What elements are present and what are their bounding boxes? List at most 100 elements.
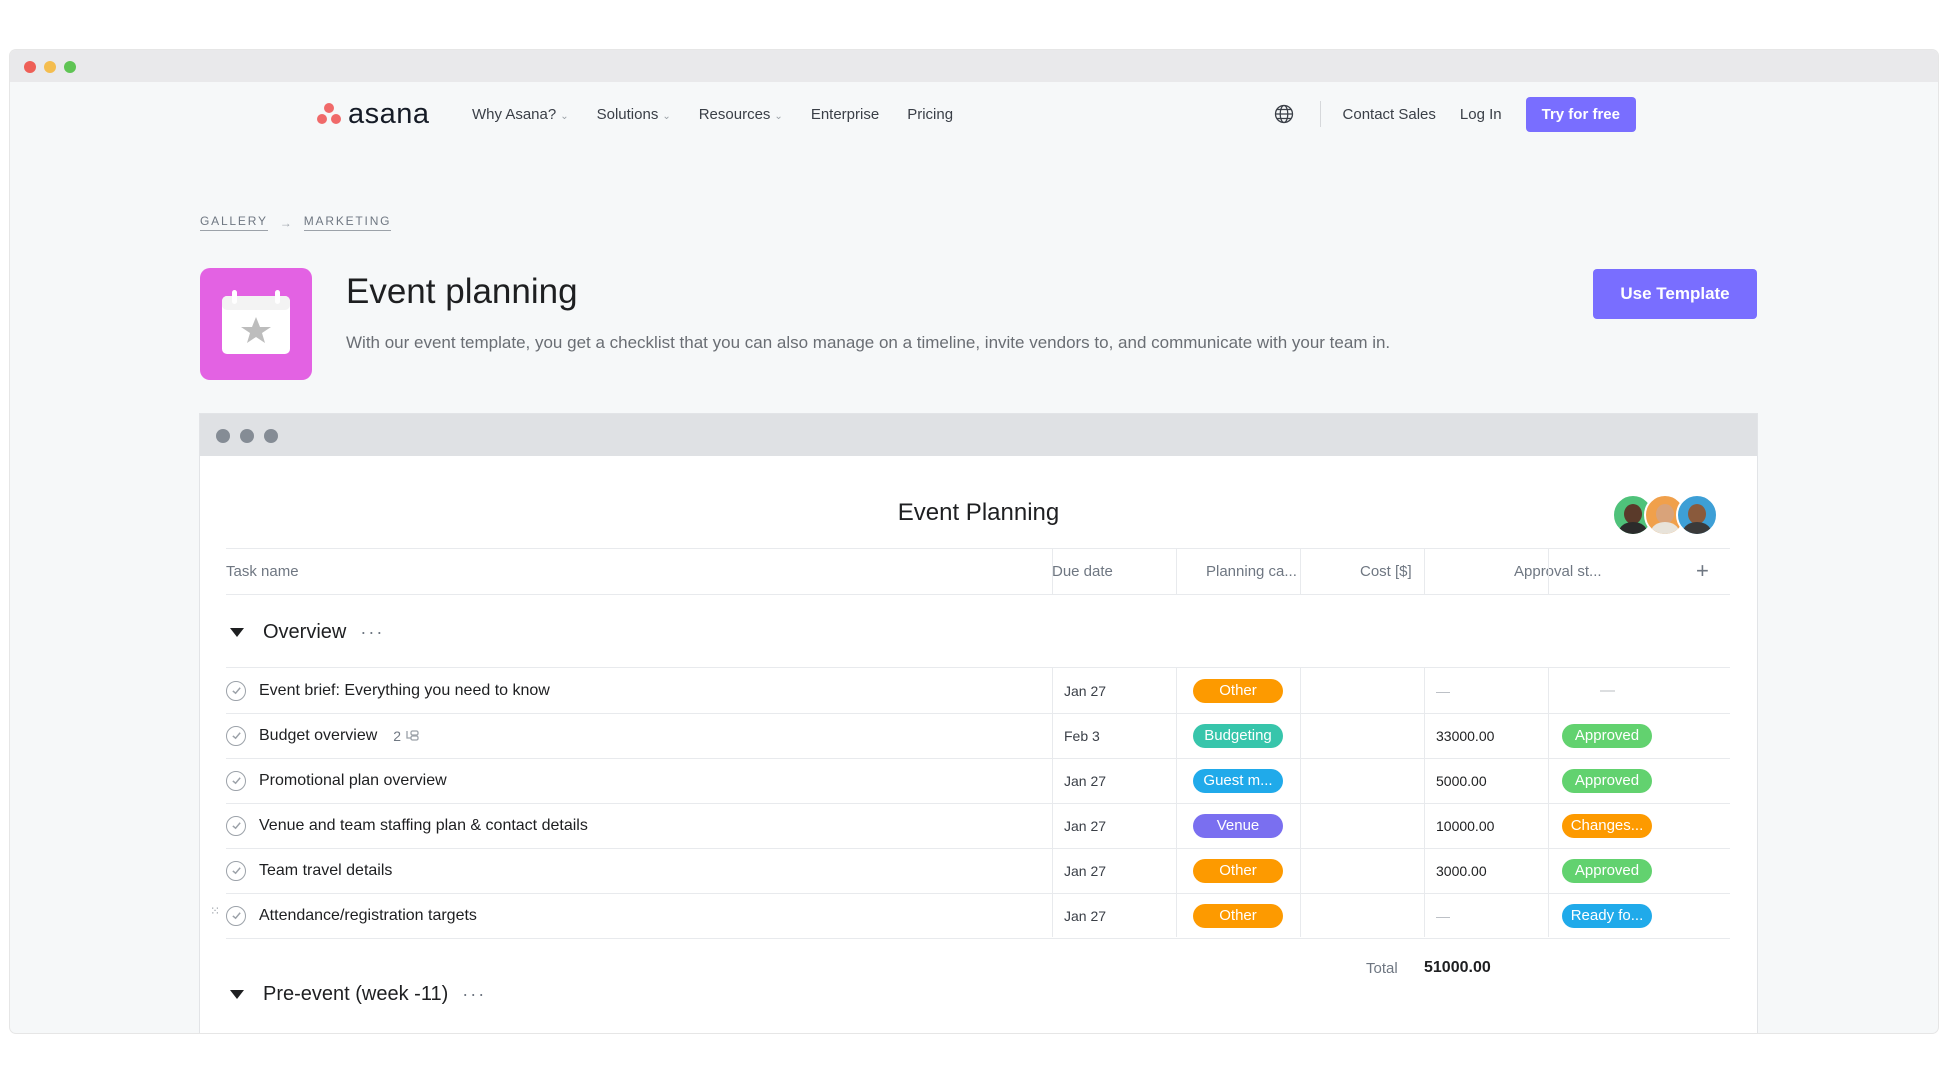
approval-tag[interactable]: Approved	[1562, 768, 1652, 793]
breadcrumb-marketing[interactable]: MARKETING	[303, 214, 392, 231]
drag-handle-icon[interactable]: ⁙	[210, 905, 221, 917]
section-header-pre-event[interactable]: Pre-event (week -11) ···	[226, 974, 486, 1014]
task-name[interactable]: Event brief: Everything you need to know	[259, 682, 550, 700]
cost-cell[interactable]: 10000.00	[1436, 803, 1494, 848]
chevron-down-icon: ⌄	[662, 110, 671, 122]
approval-tag[interactable]: Approved	[1562, 723, 1652, 748]
task-name[interactable]: Venue and team staffing plan & contact d…	[259, 817, 588, 835]
task-name[interactable]: Attendance/registration targets	[259, 907, 477, 925]
due-date: Jan 27	[1064, 862, 1107, 879]
check-circle-icon[interactable]	[226, 815, 246, 836]
approval-status-cell[interactable]: Ready fo...	[1562, 893, 1652, 938]
column-header-approval-status[interactable]: Approval st...	[1514, 548, 1602, 594]
planning-category-cell[interactable]: Other	[1193, 848, 1283, 893]
avatar[interactable]	[1676, 494, 1718, 536]
task-name-cell[interactable]: Event brief: Everything you need to know	[226, 668, 550, 713]
check-circle-icon[interactable]	[226, 860, 246, 881]
contact-sales-link[interactable]: Contact Sales	[1343, 106, 1436, 123]
section-header-overview[interactable]: Overview ···	[226, 612, 384, 652]
due-date-cell[interactable]: Jan 27	[1064, 803, 1106, 848]
cost-cell[interactable]: 5000.00	[1436, 758, 1487, 803]
preview-dot	[240, 429, 254, 443]
column-header-due-date[interactable]: Due date	[1052, 548, 1113, 594]
nav-link[interactable]: Why Asana? ⌄	[472, 106, 569, 123]
check-circle-icon[interactable]	[226, 680, 246, 701]
nav-link[interactable]: Enterprise	[811, 106, 879, 123]
triangle-down-icon[interactable]	[230, 627, 244, 637]
planning-category-cell[interactable]: Guest m...	[1193, 758, 1283, 803]
member-avatars[interactable]	[1612, 494, 1732, 536]
breadcrumb-gallery[interactable]: GALLERY	[200, 214, 268, 231]
subtask-icon	[406, 729, 419, 741]
task-name-cell[interactable]: Venue and team staffing plan & contact d…	[226, 803, 588, 848]
task-row[interactable]: Budget overview 2 Feb 3 Budgeting 33000.00 Ap…	[226, 713, 1730, 758]
asana-logo[interactable]: asana	[316, 98, 430, 130]
planning-category-cell[interactable]: Other	[1193, 668, 1283, 713]
nav-link[interactable]: Resources ⌄	[699, 106, 783, 123]
subtask-count[interactable]: 2	[393, 728, 419, 744]
task-row[interactable]: ⁙ Attendance/registration targets Jan 27 Ot…	[210, 893, 1730, 938]
cost-value: 3000.00	[1436, 862, 1487, 879]
use-template-button[interactable]: Use Template	[1593, 269, 1757, 319]
category-tag[interactable]: Budgeting	[1193, 723, 1283, 748]
approval-tag[interactable]: Ready fo...	[1562, 903, 1652, 928]
check-circle-icon[interactable]	[226, 725, 246, 746]
task-name[interactable]: Promotional plan overview	[259, 772, 447, 790]
add-column-plus-icon[interactable]: +	[1696, 548, 1709, 594]
planning-category-cell[interactable]: Budgeting	[1193, 713, 1283, 758]
nav-link[interactable]: Pricing	[907, 106, 953, 123]
try-for-free-button[interactable]: Try for free	[1525, 96, 1636, 132]
due-date-cell[interactable]: Jan 27	[1064, 848, 1106, 893]
due-date-cell[interactable]: Jan 27	[1064, 893, 1106, 938]
column-header-planning-category[interactable]: Planning ca...	[1206, 548, 1297, 594]
task-row[interactable]: Venue and team staffing plan & contact d…	[226, 803, 1730, 848]
approval-status-cell[interactable]: Approved	[1562, 848, 1652, 893]
check-circle-icon[interactable]	[226, 770, 246, 791]
cost-cell[interactable]: 33000.00	[1436, 713, 1494, 758]
approval-tag[interactable]: Approved	[1562, 858, 1652, 883]
category-tag[interactable]: Other	[1193, 858, 1283, 883]
globe-icon[interactable]	[1274, 104, 1294, 124]
more-icon[interactable]: ···	[360, 622, 384, 643]
log-in-link[interactable]: Log In	[1460, 106, 1502, 123]
task-row[interactable]: Team travel details Jan 27 Other 3000.00 App…	[226, 848, 1730, 893]
due-date-cell[interactable]: Feb 3	[1064, 713, 1100, 758]
cost-cell[interactable]: —	[1436, 893, 1450, 938]
approval-status-cell[interactable]: Approved	[1562, 758, 1652, 803]
check-circle-icon[interactable]	[226, 905, 246, 926]
task-name-cell[interactable]: Team travel details	[226, 848, 392, 893]
nav-link[interactable]: Solutions ⌄	[597, 106, 671, 123]
minimize-window-button[interactable]	[44, 61, 56, 73]
nav-divider	[1319, 101, 1321, 127]
approval-status-cell[interactable]: —	[1600, 668, 1615, 713]
task-name-cell[interactable]: Budget overview 2	[226, 713, 419, 758]
task-row[interactable]: Promotional plan overview Jan 27 Guest m..…	[226, 758, 1730, 803]
column-header-cost[interactable]: Cost [$]	[1360, 548, 1412, 594]
approval-status-cell[interactable]: Changes...	[1562, 803, 1652, 848]
cost-cell[interactable]: —	[1436, 668, 1450, 713]
due-date: Jan 27	[1064, 772, 1107, 789]
task-name[interactable]: Team travel details	[259, 862, 392, 880]
maximize-window-button[interactable]	[64, 61, 76, 73]
category-tag[interactable]: Other	[1193, 903, 1283, 928]
task-name-cell[interactable]: Attendance/registration targets	[226, 893, 477, 938]
approval-status-cell[interactable]: Approved	[1562, 713, 1652, 758]
due-date-cell[interactable]: Jan 27	[1064, 668, 1106, 713]
planning-category-cell[interactable]: Venue	[1193, 803, 1283, 848]
cost-cell[interactable]: 3000.00	[1436, 848, 1487, 893]
task-name[interactable]: Budget overview	[259, 727, 377, 745]
category-tag[interactable]: Venue	[1193, 813, 1283, 838]
due-date-cell[interactable]: Jan 27	[1064, 758, 1106, 803]
planning-category-cell[interactable]: Other	[1193, 893, 1283, 938]
close-window-button[interactable]	[24, 61, 36, 73]
more-icon[interactable]: ···	[462, 984, 486, 1005]
calendar-star-icon	[222, 290, 290, 354]
approval-tag[interactable]: Changes...	[1562, 813, 1652, 838]
task-row[interactable]: Event brief: Everything you need to know…	[226, 668, 1730, 713]
task-name-cell[interactable]: Promotional plan overview	[226, 758, 447, 803]
category-tag[interactable]: Guest m...	[1193, 768, 1283, 793]
triangle-down-icon[interactable]	[230, 989, 244, 999]
column-divider	[1300, 667, 1301, 937]
column-header-task-name[interactable]: Task name	[226, 548, 299, 594]
category-tag[interactable]: Other	[1193, 678, 1283, 703]
